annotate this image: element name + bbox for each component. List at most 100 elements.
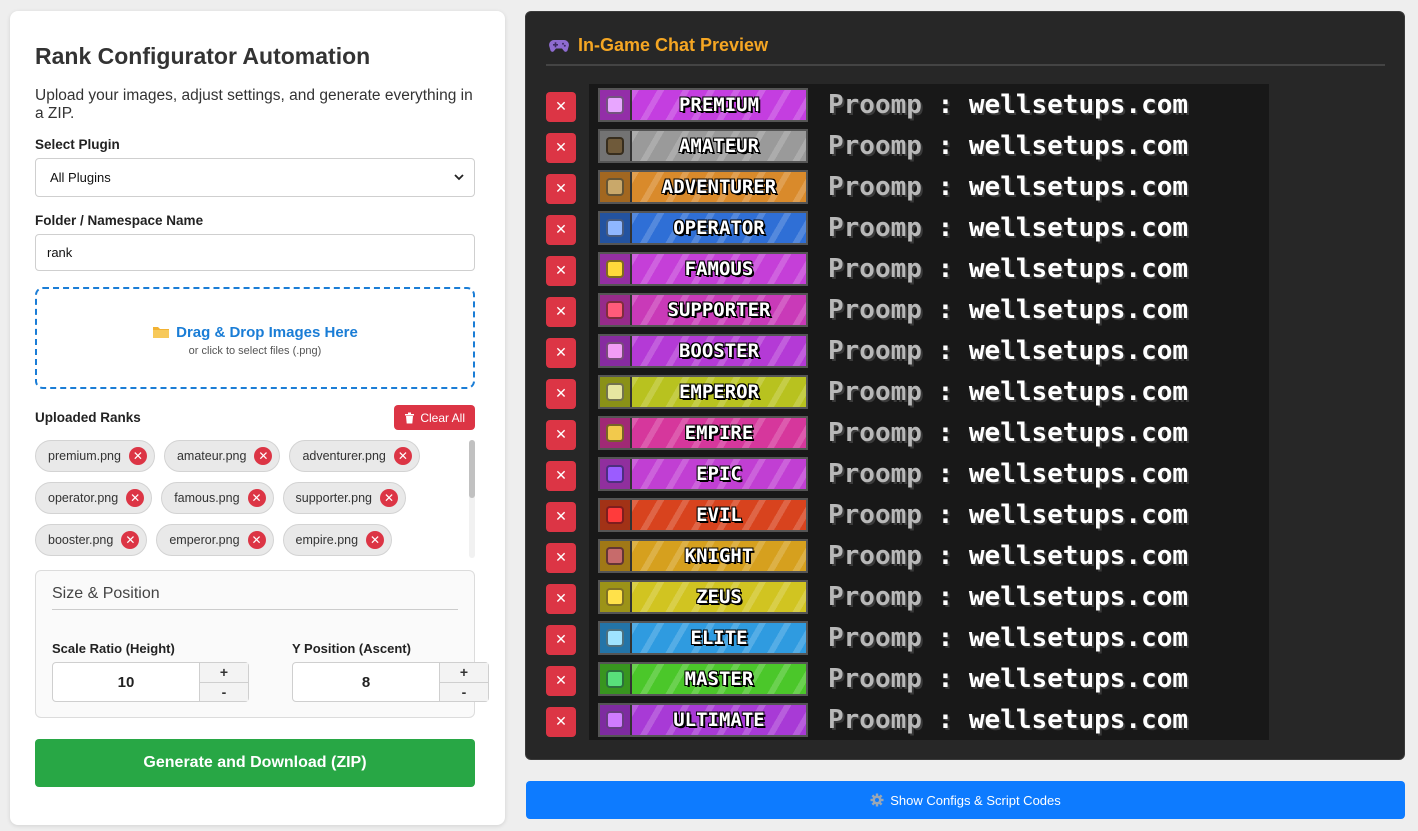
rank-badge-icon [600, 417, 632, 448]
file-chip-name: premium.png [48, 449, 121, 463]
chat-text: wellsetups.com [968, 130, 1189, 161]
chat-line: ✕ ELITE Proomp : wellsetups.com [546, 617, 1384, 658]
chat-message: Proomp : wellsetups.com [828, 707, 1188, 733]
chat-username: Proomp [828, 622, 922, 653]
generate-download-button[interactable]: Generate and Download (ZIP) [35, 739, 475, 787]
delete-rank-button[interactable]: ✕ [546, 296, 576, 327]
delete-rank-button[interactable]: ✕ [546, 624, 576, 655]
remove-file-icon[interactable]: ✕ [128, 447, 147, 465]
delete-rank-button[interactable]: ✕ [546, 337, 576, 368]
rank-badge-name: SUPPORTER [632, 294, 806, 325]
file-chip: booster.png ✕ [35, 524, 148, 556]
delete-rank-button[interactable]: ✕ [546, 706, 576, 737]
chat-username: Proomp [828, 294, 922, 325]
chat-message: Proomp : wellsetups.com [828, 666, 1188, 692]
scale-input[interactable]: 10 [53, 663, 199, 701]
chat-username: Proomp [828, 704, 922, 735]
rank-badge: EPIC [598, 456, 808, 491]
chat-separator: : [937, 417, 954, 448]
rank-badge-name: AMATEUR [632, 130, 806, 161]
delete-rank-button[interactable]: ✕ [546, 583, 576, 614]
rank-badge: EMPIRE [598, 415, 808, 450]
file-chip-name: amateur.png [176, 449, 247, 463]
delete-rank-button[interactable]: ✕ [546, 501, 576, 532]
chat-message: Proomp : wellsetups.com [828, 543, 1188, 569]
remove-file-icon[interactable]: ✕ [121, 531, 140, 549]
delete-rank-button[interactable]: ✕ [546, 132, 576, 163]
folder-input[interactable]: rank [35, 234, 475, 271]
folder-input-value: rank [47, 245, 73, 260]
plugin-select[interactable]: All Plugins [35, 158, 475, 197]
rank-badge: BOOSTER [598, 333, 808, 368]
files-scrollbar[interactable] [469, 440, 475, 558]
chat-text: wellsetups.com [968, 417, 1189, 448]
plugin-label: Select Plugin [35, 137, 120, 152]
rank-badge-icon [600, 335, 632, 366]
page-description: Upload your images, adjust settings, and… [35, 87, 473, 122]
file-chip-name: emperor.png [169, 533, 240, 547]
chat-line: ✕ EMPIRE Proomp : wellsetups.com [546, 412, 1384, 453]
chat-username: Proomp [828, 417, 922, 448]
chat-text: wellsetups.com [968, 376, 1189, 407]
file-chip: emperor.png ✕ [156, 524, 274, 556]
delete-rank-button[interactable]: ✕ [546, 460, 576, 491]
rank-badge: ELITE [598, 620, 808, 655]
ypos-stepper: 8 + - [292, 662, 489, 702]
rank-badge-icon [600, 704, 632, 735]
delete-rank-button[interactable]: ✕ [546, 665, 576, 696]
chat-message: Proomp : wellsetups.com [828, 379, 1188, 405]
rank-badge: EVIL [598, 497, 808, 532]
gear-icon [870, 793, 884, 807]
clear-all-label: Clear All [420, 410, 465, 425]
remove-file-icon[interactable]: ✕ [126, 489, 145, 507]
remove-file-icon[interactable]: ✕ [247, 489, 266, 507]
chat-text: wellsetups.com [968, 622, 1189, 653]
chat-username: Proomp [828, 171, 922, 202]
delete-rank-button[interactable]: ✕ [546, 255, 576, 286]
file-chip: operator.png ✕ [35, 482, 153, 514]
rank-badge-name: EMPEROR [632, 376, 806, 407]
show-configs-button[interactable]: Show Configs & Script Codes [526, 781, 1405, 819]
delete-rank-button[interactable]: ✕ [546, 91, 576, 122]
rank-badge-icon [600, 581, 632, 612]
delete-rank-button[interactable]: ✕ [546, 173, 576, 204]
file-chip-name: supporter.png [295, 491, 372, 505]
chat-separator: : [937, 458, 954, 489]
delete-rank-button[interactable]: ✕ [546, 214, 576, 245]
image-dropzone[interactable]: Drag & Drop Images Here or click to sele… [35, 287, 475, 389]
file-chip-name: operator.png [48, 491, 119, 505]
ypos-input[interactable]: 8 [293, 663, 439, 701]
clear-all-button[interactable]: Clear All [394, 405, 475, 430]
delete-rank-button[interactable]: ✕ [546, 419, 576, 450]
chat-message: Proomp : wellsetups.com [828, 215, 1188, 241]
remove-file-icon[interactable]: ✕ [254, 447, 273, 465]
chat-line: ✕ ULTIMATE Proomp : wellsetups.com [546, 699, 1384, 740]
chat-text: wellsetups.com [968, 89, 1189, 120]
chevron-down-icon [454, 174, 464, 181]
remove-file-icon[interactable]: ✕ [247, 531, 266, 549]
remove-file-icon[interactable]: ✕ [379, 489, 398, 507]
file-chip-name: adventurer.png [302, 449, 386, 463]
chat-username: Proomp [828, 212, 922, 243]
remove-file-icon[interactable]: ✕ [366, 531, 385, 549]
scale-stepper: 10 + - [52, 662, 249, 702]
scale-increment-button[interactable]: + [200, 663, 248, 683]
delete-rank-button[interactable]: ✕ [546, 378, 576, 409]
chat-message: Proomp : wellsetups.com [828, 256, 1188, 282]
chat-text: wellsetups.com [968, 294, 1189, 325]
rank-badge: OPERATOR [598, 210, 808, 245]
chat-text: wellsetups.com [968, 663, 1189, 694]
rank-badge-name: ELITE [632, 622, 806, 653]
scale-decrement-button[interactable]: - [200, 682, 248, 701]
scale-label: Scale Ratio (Height) [52, 641, 175, 656]
chat-line: ✕ AMATEUR Proomp : wellsetups.com [546, 125, 1384, 166]
ypos-decrement-button[interactable]: - [440, 682, 488, 701]
delete-rank-button[interactable]: ✕ [546, 542, 576, 573]
rank-badge: FAMOUS [598, 251, 808, 286]
remove-file-icon[interactable]: ✕ [393, 447, 412, 465]
uploaded-files-list: premium.png ✕ amateur.png ✕ adventurer.png ✕ o… [35, 440, 475, 562]
size-position-section: Size & Position Scale Ratio (Height) 10 … [35, 570, 489, 718]
ypos-increment-button[interactable]: + [440, 663, 488, 683]
rank-badge-icon [600, 294, 632, 325]
chat-separator: : [937, 499, 954, 530]
